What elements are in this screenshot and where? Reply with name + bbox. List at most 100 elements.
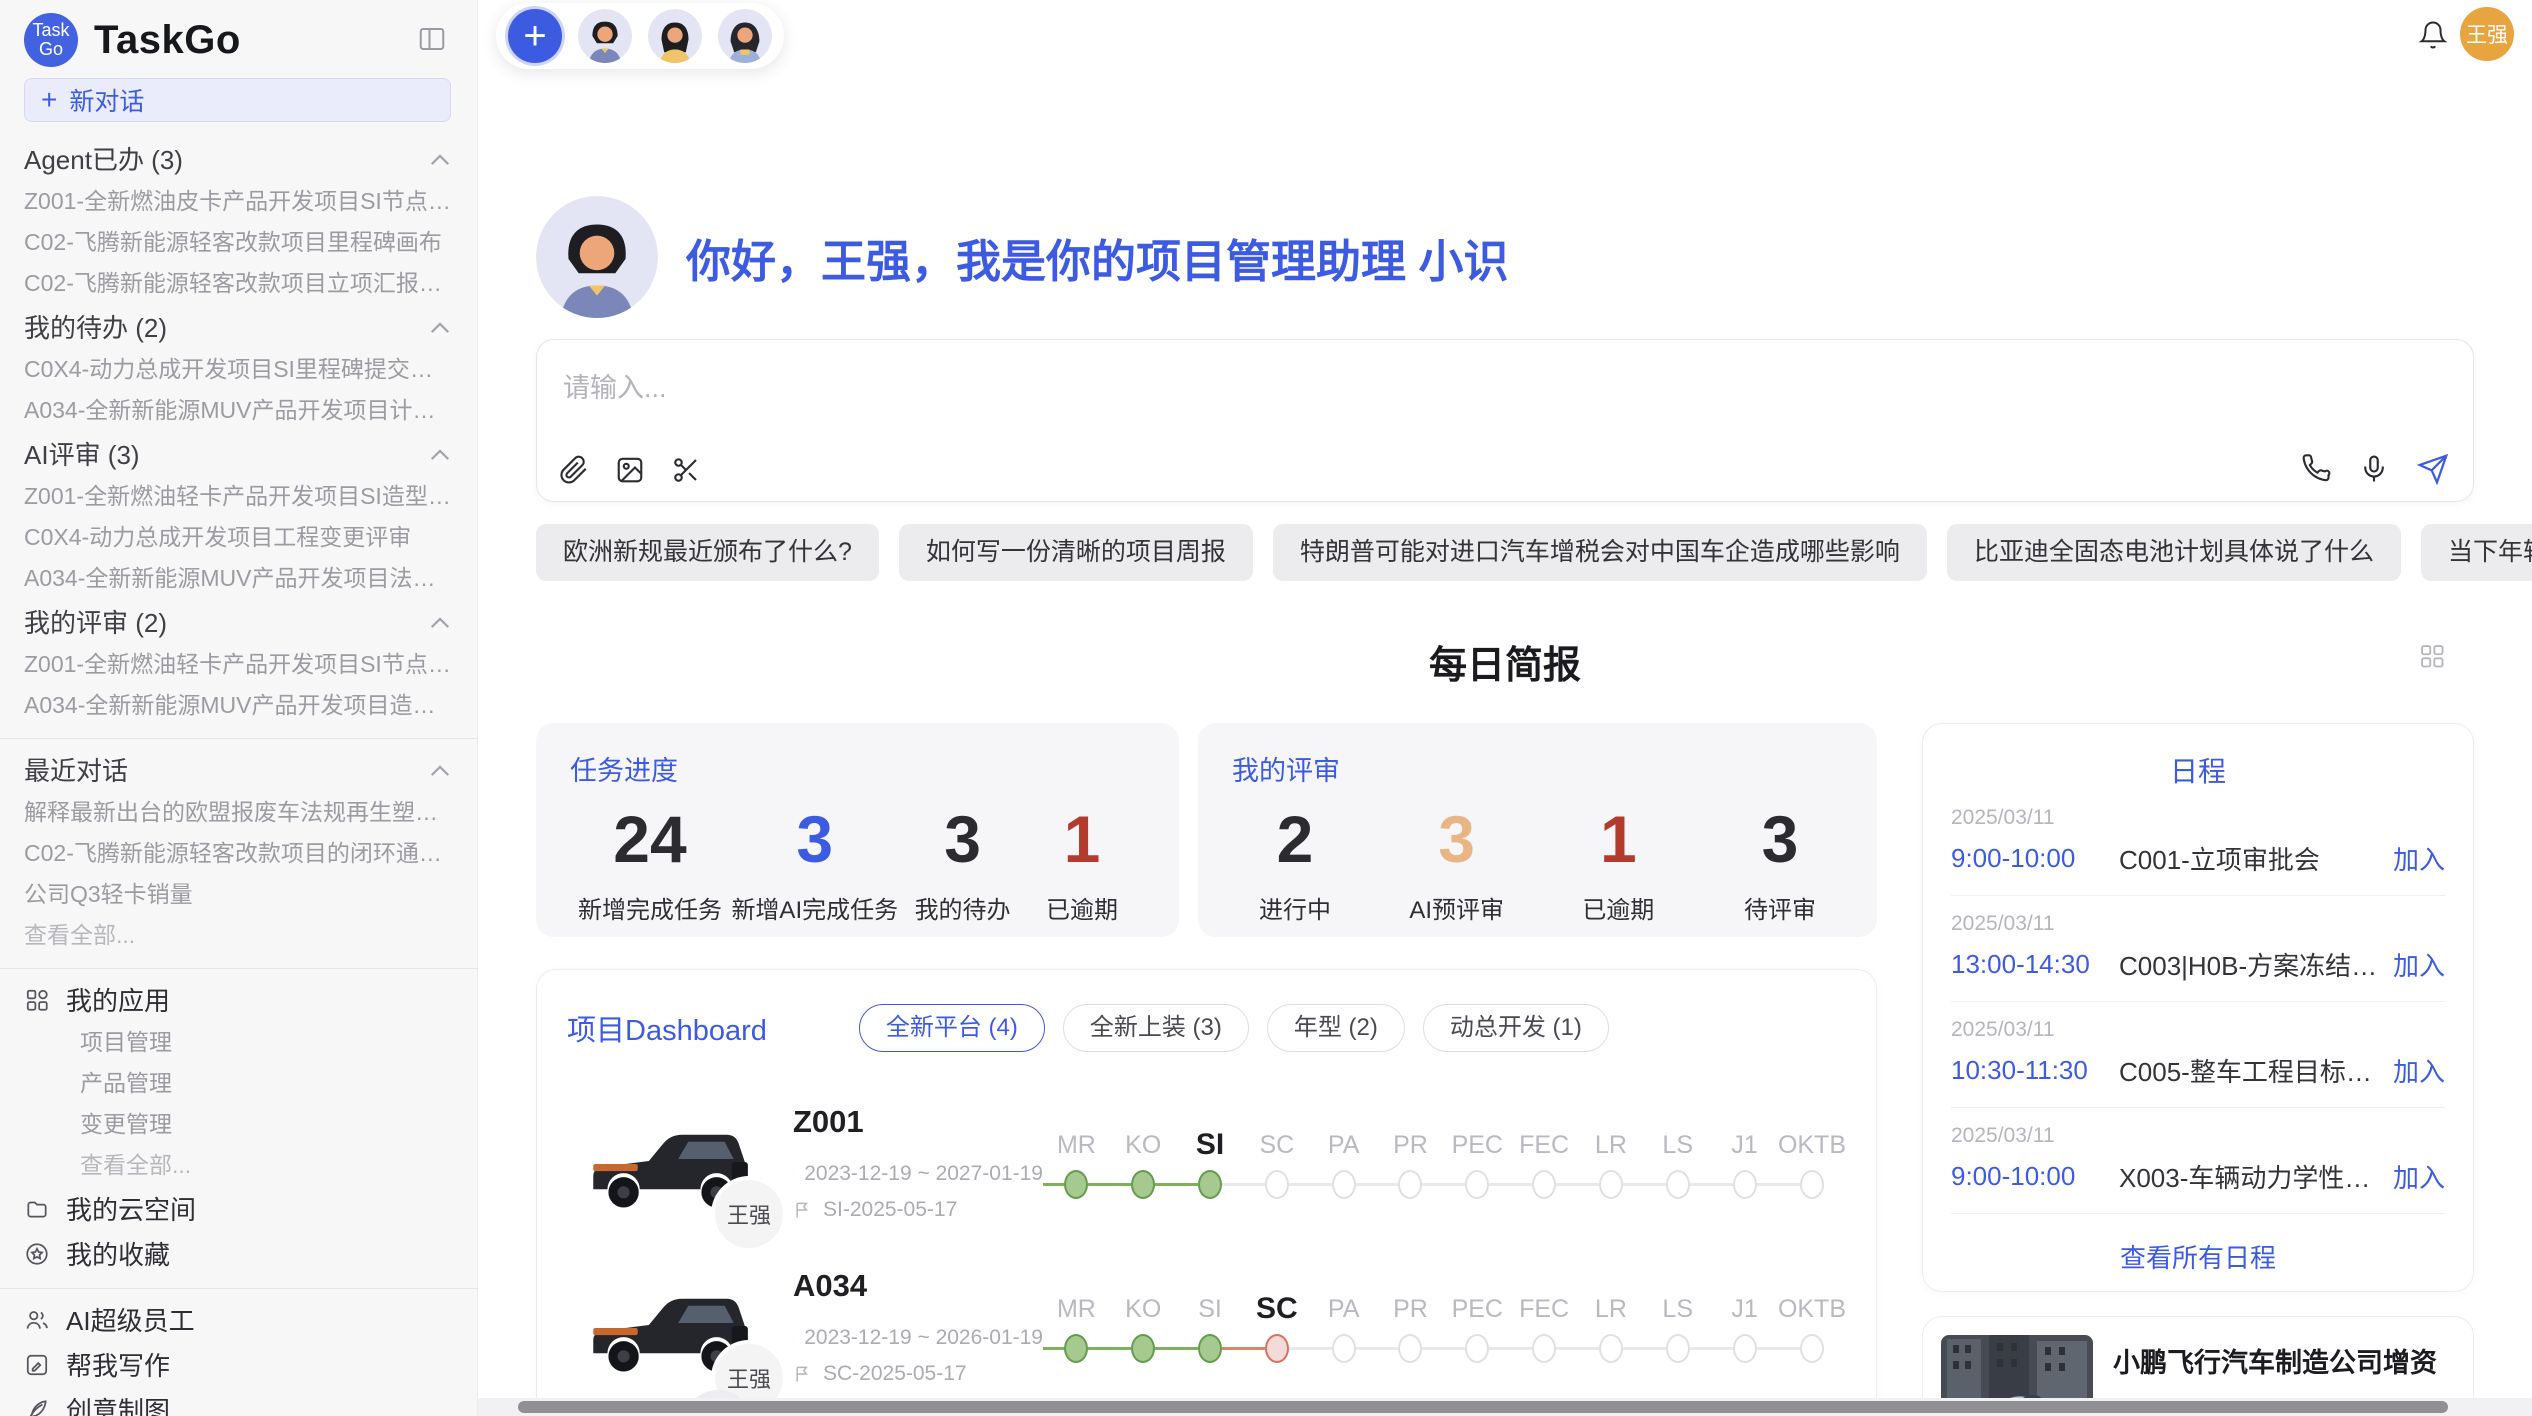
schedule-event-title: X003-车辆动力学性能验... [2119, 1158, 2379, 1195]
schedule-event-title: C005-整车工程目标评审 [2119, 1052, 2379, 1089]
join-link[interactable]: 加入 [2393, 840, 2445, 877]
sidebar-item-project-mgmt[interactable]: 项目管理 [24, 1022, 451, 1063]
schedule-item: 2025/03/11 9:00-10:00 X003-车辆动力学性能验... 加… [1951, 1108, 2445, 1214]
new-chat-button[interactable]: + 新对话 [24, 78, 451, 122]
user-avatar[interactable]: 王强 [2460, 7, 2514, 61]
attachment-icon[interactable] [559, 455, 589, 485]
task-item[interactable]: C0X4-动力总成开发项目工程变更评审 [24, 517, 451, 558]
notifications-bell-icon[interactable] [2418, 20, 2448, 55]
view-all-schedule-link[interactable]: 查看所有日程 [1951, 1238, 2445, 1275]
chevron-up-icon[interactable] [429, 754, 451, 785]
task-item[interactable]: C0X4-动力总成开发项目SI里程碑提交物检查 [24, 349, 451, 390]
chat-input[interactable] [537, 340, 2473, 428]
milestone-dot [1599, 1170, 1623, 1199]
stat-my-todo: 3我的待办 [908, 802, 1018, 925]
sidebar-item-ai-employee[interactable]: AI超级员工 [24, 1297, 451, 1342]
logo-text-top: Task [32, 21, 69, 40]
stat-ai-prereview: 3AI预评审 [1402, 802, 1512, 925]
join-link[interactable]: 加入 [2393, 946, 2445, 983]
suggestion-chip[interactable]: 欧洲新规最近颁布了什么? [536, 524, 879, 581]
milestone-dot [1532, 1170, 1556, 1199]
scissors-icon[interactable] [671, 455, 701, 485]
schedule-date: 2025/03/11 [1951, 806, 2445, 830]
suggestion-chip[interactable]: 比亚迪全固态电池计划具体说了什么 [1947, 524, 2401, 581]
milestone-PEC: PEC [1444, 1288, 1511, 1366]
horizontal-scrollbar[interactable] [478, 1398, 2532, 1416]
stat-pending-review: 3待评审 [1725, 802, 1835, 925]
layout-grid-icon[interactable] [2418, 642, 2446, 675]
schedule-title: 日程 [1951, 750, 2445, 790]
project-row-a034[interactable]: 王强 A034 2023-12-19 ~ 2026-01-19 SC-2025-… [567, 1268, 1846, 1386]
milestone-dot [1064, 1334, 1088, 1363]
sidebar-item-my-apps[interactable]: 我的应用 [24, 977, 451, 1022]
section-header-recent-chats[interactable]: 最近对话 [24, 747, 451, 792]
section-header-my-review[interactable]: 我的评审 (2) [24, 599, 451, 644]
sidebar-item-creative-drawing[interactable]: 创意制图 [24, 1387, 451, 1416]
task-item[interactable]: Z001-全新燃油轻卡产品开发项目SI节点属性5D文件评审 [24, 644, 451, 685]
add-agent-button[interactable]: + [508, 9, 562, 63]
daily-briefing-title: 每日简报 [536, 634, 2474, 689]
milestone-LR: LR [1578, 1288, 1645, 1366]
microphone-icon[interactable] [2359, 454, 2389, 484]
task-item[interactable]: A034-全新新能源MUV产品开发项目计划变更表编写 [24, 390, 451, 431]
sidebar-collapse-icon[interactable] [417, 24, 447, 59]
chevron-up-icon[interactable] [429, 606, 451, 637]
greeting: 你好，王强，我是你的项目管理助理 小识 [536, 196, 1509, 318]
tab-new-platform[interactable]: 全新平台 (4) [859, 1004, 1045, 1052]
sidebar-item-product-mgmt[interactable]: 产品管理 [24, 1063, 451, 1104]
milestone-dot [1465, 1334, 1489, 1363]
section-header-ai-review[interactable]: AI评审 (3) [24, 431, 451, 476]
app-title: TaskGo [94, 18, 241, 63]
app-grid-icon [24, 987, 50, 1013]
milestone-PR: PR [1377, 1124, 1444, 1202]
milestone-FEC: FEC [1511, 1288, 1578, 1366]
project-name: Z001 [793, 1104, 1043, 1140]
scrollbar-thumb[interactable] [518, 1401, 2448, 1413]
sidebar-item-write-helper[interactable]: 帮我写作 [24, 1342, 451, 1387]
recent-chat-item[interactable]: 公司Q3轻卡销量 [24, 874, 451, 915]
suggestion-chip[interactable]: 当下年轻人对汽车外观有怎样的喜好趋势 [2421, 524, 2532, 581]
view-all-chats[interactable]: 查看全部... [24, 915, 451, 956]
task-item[interactable]: Z001-全新燃油皮卡产品开发项目SI节点Lesson Learn报告 [24, 181, 451, 222]
milestone-KO: KO [1110, 1288, 1177, 1366]
cloud-space-icon [24, 1196, 50, 1222]
project-row-z001[interactable]: 王强 Z001 2023-12-19 ~ 2027-01-19 SI-2025-… [567, 1104, 1846, 1222]
agent-avatar-1[interactable] [578, 9, 632, 63]
join-link[interactable]: 加入 [2393, 1158, 2445, 1195]
sidebar-item-favorites[interactable]: 我的收藏 [24, 1231, 451, 1276]
phone-icon[interactable] [2301, 454, 2331, 484]
send-icon[interactable] [2417, 453, 2449, 485]
sidebar-item-change-mgmt[interactable]: 变更管理 [24, 1104, 451, 1145]
chevron-up-icon[interactable] [429, 311, 451, 342]
milestone-dot [1666, 1334, 1690, 1363]
task-item[interactable]: A034-全新新能源MUV产品开发项目造型可行性评审 [24, 685, 451, 726]
milestone-MR: MR [1043, 1124, 1110, 1202]
tab-new-body[interactable]: 全新上装 (3) [1063, 1004, 1249, 1052]
section-header-agent-done[interactable]: Agent已办 (3) [24, 136, 451, 181]
section-header-my-todo[interactable]: 我的待办 (2) [24, 304, 451, 349]
task-item[interactable]: Z001-全新燃油轻卡产品开发项目SI造型提交物评审 [24, 476, 451, 517]
suggestion-chip[interactable]: 特朗普可能对进口汽车增税会对中国车企造成哪些影响 [1273, 524, 1927, 581]
tab-year-model[interactable]: 年型 (2) [1267, 1004, 1405, 1052]
agent-avatar-3[interactable] [718, 9, 772, 63]
milestone-dot [1666, 1170, 1690, 1199]
task-item[interactable]: A034-全新新能源MUV产品开发项目法规符合性评审 [24, 558, 451, 599]
task-progress-card: 任务进度 24新增完成任务 3新增AI完成任务 3我的待办 1已逾期 [536, 723, 1179, 937]
tab-powertrain[interactable]: 动总开发 (1) [1423, 1004, 1609, 1052]
chevron-up-icon[interactable] [429, 438, 451, 469]
milestone-KO: KO [1110, 1124, 1177, 1202]
image-icon[interactable] [615, 455, 645, 485]
view-all-apps[interactable]: 查看全部... [24, 1145, 451, 1186]
divider [0, 738, 477, 739]
task-item[interactable]: C02-飞腾新能源轻客改款项目里程碑画布 [24, 222, 451, 263]
recent-chat-item[interactable]: C02-飞腾新能源轻客改款项目的闭环通告反馈情况 [24, 833, 451, 874]
suggestion-chip[interactable]: 如何写一份清晰的项目周报 [899, 524, 1253, 581]
milestone-dot [1532, 1334, 1556, 1363]
task-item[interactable]: C02-飞腾新能源轻客改款项目立项汇报方案 [24, 263, 451, 304]
join-link[interactable]: 加入 [2393, 1052, 2445, 1089]
app-logo: Task Go [24, 13, 78, 67]
chevron-up-icon[interactable] [429, 143, 451, 174]
agent-avatar-2[interactable] [648, 9, 702, 63]
recent-chat-item[interactable]: 解释最新出台的欧盟报废车法规再生塑料比例被调至15%... [24, 792, 451, 833]
sidebar-item-cloud-space[interactable]: 我的云空间 [24, 1186, 451, 1231]
